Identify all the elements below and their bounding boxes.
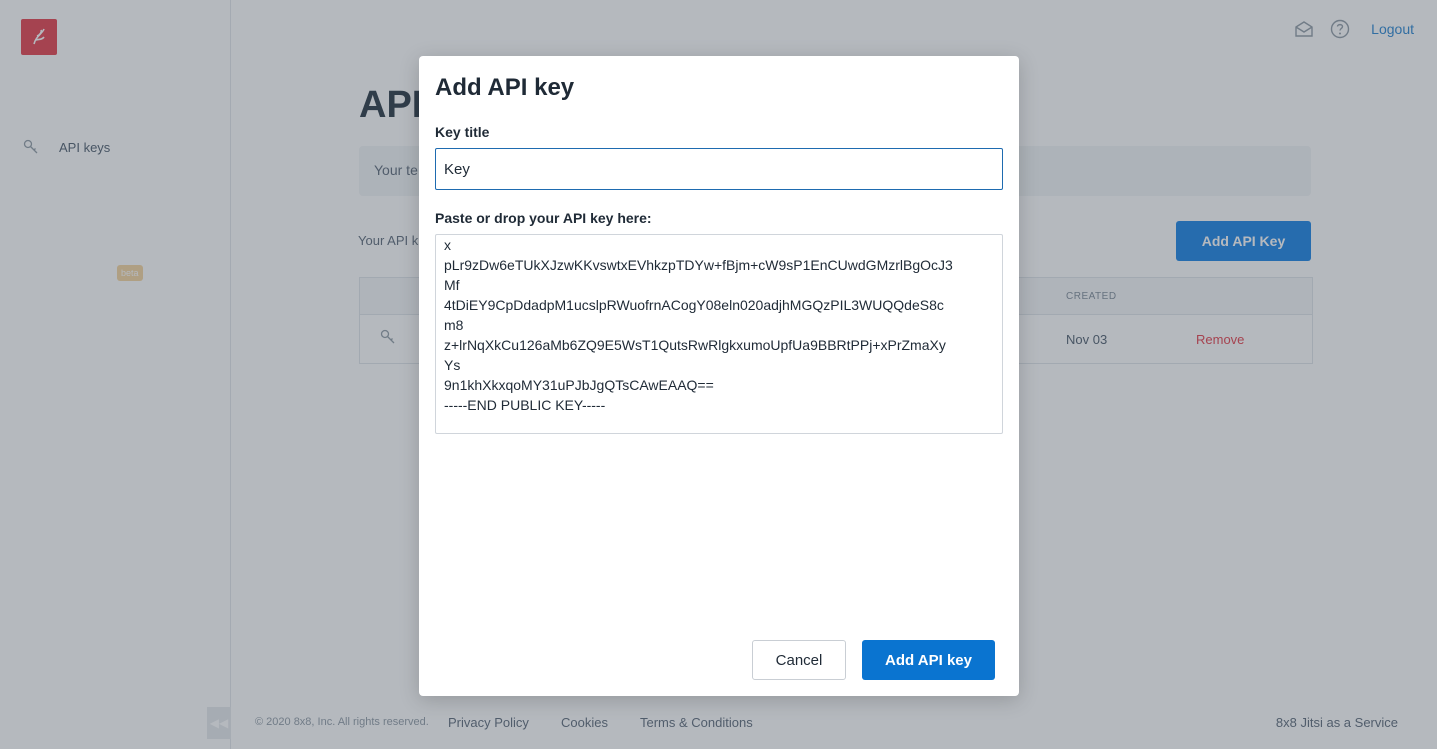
key-title-label: Key title [435, 124, 490, 140]
key-line: 9n1khXkxqoMY31uPJbJgQTsCAwEAAQ== [444, 377, 714, 393]
key-line: z+lrNqXkCu126aMb6ZQ9E5WsT1QutsRwRlgkxumo… [444, 337, 946, 353]
submit-add-api-key-button[interactable]: Add API key [862, 640, 995, 680]
key-line: m8 [444, 317, 464, 333]
key-line: -----END PUBLIC KEY----- [444, 397, 606, 413]
key-line: x [444, 237, 451, 253]
key-line: 4tDiEY9CpDdadpM1ucslpRWuofrnACogY08eln02… [444, 297, 944, 313]
dialog-title: Add API key [435, 74, 575, 101]
key-title-input[interactable] [435, 148, 1003, 190]
key-area-label: Paste or drop your API key here: [435, 210, 652, 226]
key-line: pLr9zDw6eTUkXJzwKKvswtxEVhkzpTDYw+fBjm+c… [444, 257, 953, 273]
key-line: Mf [444, 277, 460, 293]
api-key-textarea[interactable]: x pLr9zDw6eTUkXJzwKKvswtxEVhkzpTDYw+fBjm… [435, 234, 1003, 434]
cancel-button[interactable]: Cancel [752, 640, 846, 680]
add-api-key-dialog: Add API key Key title Paste or drop your… [419, 56, 1019, 696]
key-line: Ys [444, 357, 461, 373]
